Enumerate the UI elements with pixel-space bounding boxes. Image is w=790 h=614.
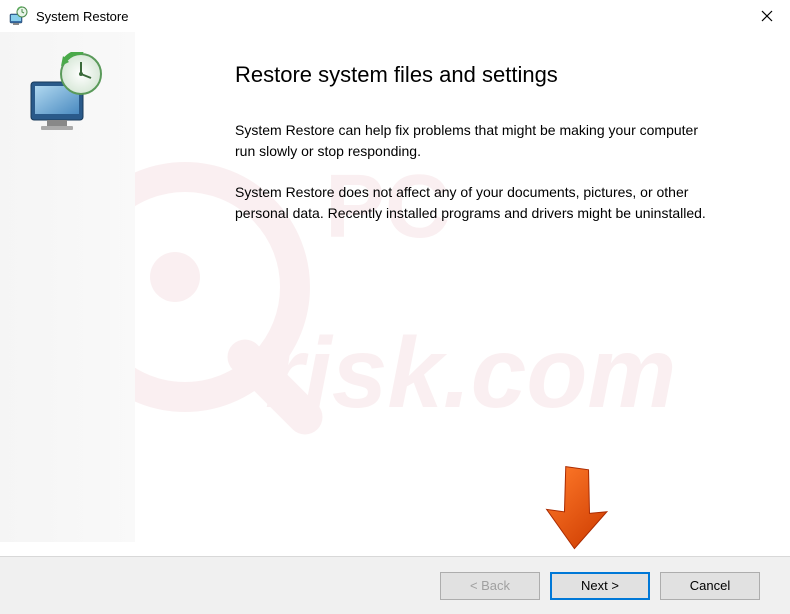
content-area: Restore system files and settings System… <box>0 32 790 542</box>
system-restore-icon <box>8 6 28 26</box>
intro-paragraph-2: System Restore does not affect any of yo… <box>235 182 715 224</box>
titlebar: System Restore <box>0 0 790 32</box>
sidebar <box>0 32 135 542</box>
cancel-button[interactable]: Cancel <box>660 572 760 600</box>
next-button[interactable]: Next > <box>550 572 650 600</box>
main-content: Restore system files and settings System… <box>135 32 790 542</box>
close-button[interactable] <box>744 0 790 32</box>
window-title: System Restore <box>36 9 744 24</box>
button-bar: < Back Next > Cancel <box>0 556 790 614</box>
back-button[interactable]: < Back <box>440 572 540 600</box>
system-restore-main-icon <box>23 52 113 142</box>
page-title: Restore system files and settings <box>235 62 730 88</box>
intro-paragraph-1: System Restore can help fix problems tha… <box>235 120 715 162</box>
